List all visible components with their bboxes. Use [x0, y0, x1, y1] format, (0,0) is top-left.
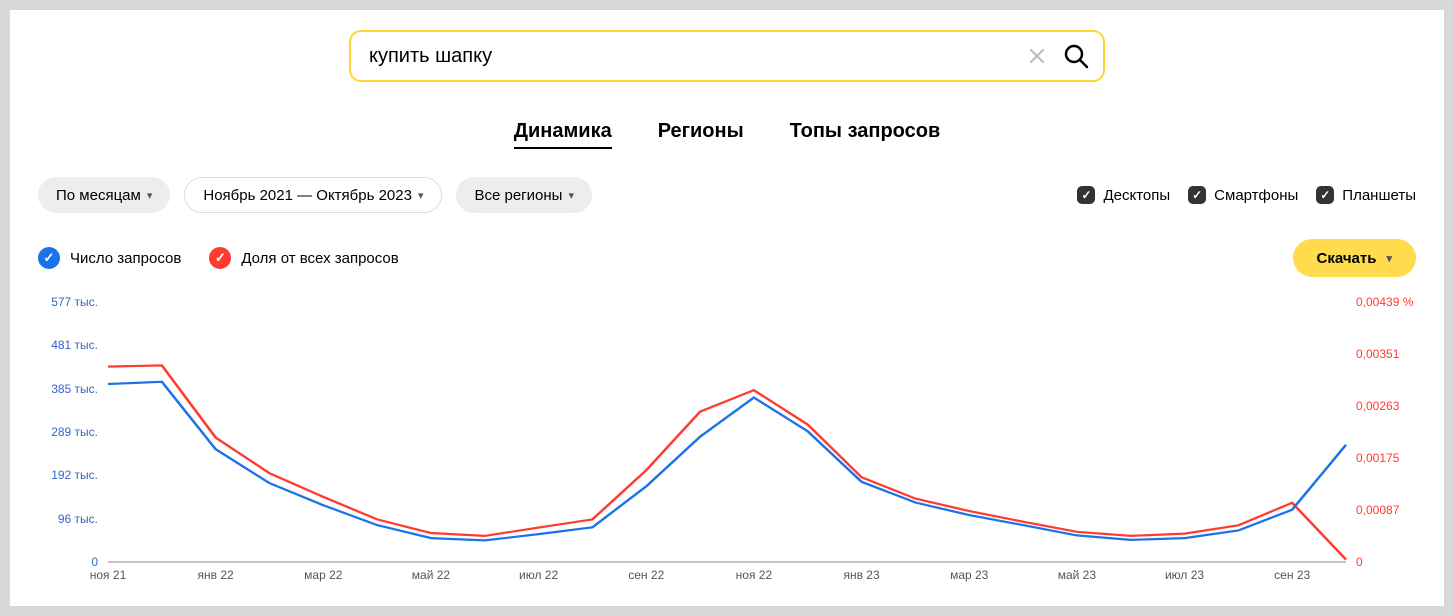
x-tick: сен 23 — [1274, 568, 1310, 582]
x-tick: май 22 — [412, 568, 450, 582]
x-tick: май 23 — [1058, 568, 1096, 582]
checkbox-desktop[interactable]: ✓ Десктопы — [1077, 186, 1170, 204]
y-right-tick: 0,00087 — [1356, 503, 1416, 517]
tab-dynamics[interactable]: Динамика — [514, 120, 612, 149]
chevron-down-icon: ▾ — [1386, 252, 1392, 265]
y-left-tick: 481 тыс. — [38, 338, 98, 352]
x-tick: июл 22 — [519, 568, 558, 582]
x-axis: ноя 21янв 22мар 22май 22июл 22сен 22ноя … — [108, 568, 1346, 592]
chevron-down-icon: ▾ — [568, 189, 574, 202]
region-label: Все регионы — [474, 187, 562, 204]
date-range-label: Ноябрь 2021 — Октябрь 2023 — [203, 187, 412, 204]
download-button[interactable]: Скачать ▾ — [1293, 239, 1416, 277]
check-icon: ✓ — [1077, 186, 1095, 204]
tabs: Динамика Регионы Топы запросов — [10, 120, 1444, 149]
check-icon: ✓ — [1188, 186, 1206, 204]
x-tick: июл 23 — [1165, 568, 1204, 582]
checkbox-smartphone[interactable]: ✓ Смартфоны — [1188, 186, 1298, 204]
y-left-tick: 577 тыс. — [38, 295, 98, 309]
clear-icon[interactable] — [1025, 44, 1049, 68]
legend-series-2[interactable]: ✓ Доля от всех запросов — [209, 247, 398, 269]
period-mode-label: По месяцам — [56, 187, 141, 204]
y-right-tick: 0 — [1356, 555, 1416, 569]
y-left-tick: 0 — [38, 555, 98, 569]
region-select[interactable]: Все регионы ▾ — [456, 177, 592, 213]
x-tick: мар 22 — [304, 568, 342, 582]
checkbox-tablet[interactable]: ✓ Планшеты — [1316, 186, 1416, 204]
legend-row: ✓ Число запросов ✓ Доля от всех запросов… — [10, 239, 1444, 277]
y-left-tick: 192 тыс. — [38, 468, 98, 482]
search-input[interactable] — [349, 30, 1105, 82]
chart: 577 тыс.481 тыс.385 тыс.289 тыс.192 тыс.… — [38, 302, 1416, 592]
download-button-label: Скачать — [1317, 250, 1377, 267]
y-left-tick: 289 тыс. — [38, 425, 98, 439]
search-wrap — [349, 30, 1105, 82]
y-right-tick: 0,00263 — [1356, 399, 1416, 413]
check-icon: ✓ — [38, 247, 60, 269]
date-range-select[interactable]: Ноябрь 2021 — Октябрь 2023 ▾ — [184, 177, 442, 213]
filters-row: По месяцам ▾ Ноябрь 2021 — Октябрь 2023 … — [10, 177, 1444, 213]
tab-tops[interactable]: Топы запросов — [790, 120, 941, 149]
x-tick: мар 23 — [950, 568, 988, 582]
y-left-tick: 385 тыс. — [38, 382, 98, 396]
check-icon: ✓ — [209, 247, 231, 269]
x-tick: сен 22 — [628, 568, 664, 582]
x-tick: ноя 21 — [90, 568, 126, 582]
legend-series-1[interactable]: ✓ Число запросов — [38, 247, 181, 269]
y-axis-right: 0,00439 %0,003510,002630,001750,000870 — [1356, 302, 1416, 562]
y-left-tick: 96 тыс. — [38, 512, 98, 526]
x-tick: ноя 22 — [736, 568, 772, 582]
app-panel: Динамика Регионы Топы запросов По месяца… — [10, 10, 1444, 606]
period-mode-select[interactable]: По месяцам ▾ — [38, 177, 170, 213]
chevron-down-icon: ▾ — [147, 189, 153, 202]
legend-series-1-label: Число запросов — [70, 250, 181, 267]
checkbox-smartphone-label: Смартфоны — [1214, 187, 1298, 204]
checkbox-tablet-label: Планшеты — [1342, 187, 1416, 204]
chevron-down-icon: ▾ — [418, 189, 424, 202]
x-tick: янв 23 — [843, 568, 879, 582]
y-right-tick: 0,00351 — [1356, 347, 1416, 361]
device-checkbox-group: ✓ Десктопы ✓ Смартфоны ✓ Планшеты — [1077, 186, 1416, 204]
tab-regions[interactable]: Регионы — [658, 120, 744, 149]
y-axis-left: 577 тыс.481 тыс.385 тыс.289 тыс.192 тыс.… — [38, 302, 98, 562]
y-right-tick: 0,00175 — [1356, 451, 1416, 465]
search-icon[interactable] — [1061, 41, 1091, 71]
y-right-tick: 0,00439 % — [1356, 295, 1416, 309]
x-tick: янв 22 — [198, 568, 234, 582]
chart-plot — [108, 302, 1346, 562]
legend-series-2-label: Доля от всех запросов — [241, 250, 398, 267]
checkbox-desktop-label: Десктопы — [1103, 187, 1170, 204]
check-icon: ✓ — [1316, 186, 1334, 204]
